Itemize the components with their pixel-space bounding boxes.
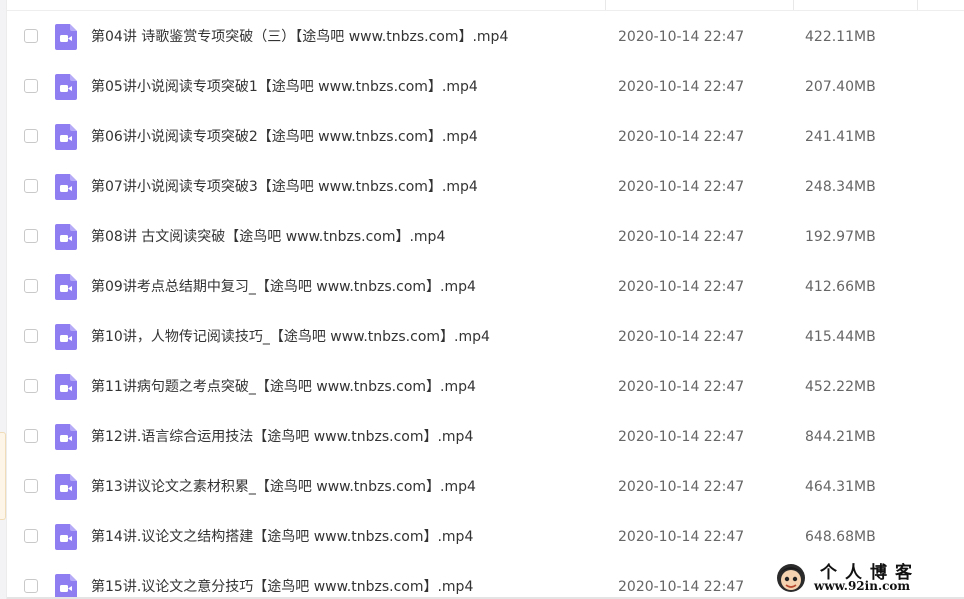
file-row[interactable]: 第07讲小说阅读专项突破3【途鸟吧 www.tnbzs.com】.mp4 2020… xyxy=(7,163,964,213)
file-name[interactable]: 第05讲小说阅读专项突破1【途鸟吧 www.tnbzs.com】.mp4 xyxy=(91,77,478,97)
row-checkbox[interactable] xyxy=(24,579,38,593)
file-date: 2020-10-14 22:47 xyxy=(618,329,745,345)
column-divider[interactable] xyxy=(917,0,918,10)
file-date: 2020-10-14 22:47 xyxy=(618,229,745,245)
file-date: 2020-10-14 22:47 xyxy=(618,279,745,295)
file-size: 241.41MB xyxy=(805,129,876,145)
row-checkbox[interactable] xyxy=(24,229,38,243)
video-file-icon xyxy=(55,224,77,250)
video-file-icon xyxy=(55,374,77,400)
file-row[interactable]: 第05讲小说阅读专项突破1【途鸟吧 www.tnbzs.com】.mp4 2020… xyxy=(7,63,964,113)
file-row[interactable]: 第09讲考点总结期中复习_【途鸟吧 www.tnbzs.com】.mp4 2020… xyxy=(7,263,964,313)
file-date: 2020-10-14 22:47 xyxy=(618,79,745,95)
column-divider[interactable] xyxy=(605,0,606,10)
file-size: 422.11MB xyxy=(805,29,876,45)
file-name[interactable]: 第08讲 古文阅读突破【途鸟吧 www.tnbzs.com】.mp4 xyxy=(91,227,445,247)
file-name[interactable]: 第10讲，人物传记阅读技巧_【途鸟吧 www.tnbzs.com】.mp4 xyxy=(91,327,490,347)
row-checkbox[interactable] xyxy=(24,329,38,343)
file-row[interactable]: 第12讲.语言综合运用技法【途鸟吧 www.tnbzs.com】.mp4 2020… xyxy=(7,413,964,463)
file-date: 2020-10-14 22:47 xyxy=(618,129,745,145)
file-date: 2020-10-14 22:47 xyxy=(618,579,745,595)
file-row[interactable]: 第10讲，人物传记阅读技巧_【途鸟吧 www.tnbzs.com】.mp4 202… xyxy=(7,313,964,363)
file-name[interactable]: 第11讲病句题之考点突破_【途鸟吧 www.tnbzs.com】.mp4 xyxy=(91,377,476,397)
file-browser: 第04讲 诗歌鉴赏专项突破（三）【途鸟吧 www.tnbzs.com】.mp4 2… xyxy=(0,0,964,599)
watermark-url[interactable]: www.92in.com xyxy=(814,579,910,593)
file-date: 2020-10-14 22:47 xyxy=(618,379,745,395)
file-name[interactable]: 第14讲.议论文之结构搭建【途鸟吧 www.tnbzs.com】.mp4 xyxy=(91,527,473,547)
row-checkbox[interactable] xyxy=(24,129,38,143)
row-checkbox[interactable] xyxy=(24,179,38,193)
video-file-icon xyxy=(55,74,77,100)
row-checkbox[interactable] xyxy=(24,279,38,293)
file-row[interactable]: 第11讲病句题之考点突破_【途鸟吧 www.tnbzs.com】.mp4 2020… xyxy=(7,363,964,413)
file-name[interactable]: 第12讲.语言综合运用技法【途鸟吧 www.tnbzs.com】.mp4 xyxy=(91,427,473,447)
file-date: 2020-10-14 22:47 xyxy=(618,179,745,195)
video-file-icon xyxy=(55,324,77,350)
video-file-icon xyxy=(55,174,77,200)
cartoon-avatar-icon xyxy=(777,564,805,592)
row-checkbox[interactable] xyxy=(24,529,38,543)
video-file-icon xyxy=(55,274,77,300)
file-size: 412.66MB xyxy=(805,279,876,295)
video-file-icon xyxy=(55,474,77,500)
row-checkbox[interactable] xyxy=(24,429,38,443)
file-size: 648.68MB xyxy=(805,529,876,545)
file-row[interactable]: 第13讲议论文之素材积累_【途鸟吧 www.tnbzs.com】.mp4 2020… xyxy=(7,463,964,513)
file-size: 464.31MB xyxy=(805,479,876,495)
file-size: 207.40MB xyxy=(805,79,876,95)
video-file-icon xyxy=(55,424,77,450)
video-file-icon xyxy=(55,24,77,50)
file-row[interactable]: 第06讲小说阅读专项突破2【途鸟吧 www.tnbzs.com】.mp4 2020… xyxy=(7,113,964,163)
column-header xyxy=(7,0,964,11)
row-checkbox[interactable] xyxy=(24,479,38,493)
file-date: 2020-10-14 22:47 xyxy=(618,479,745,495)
file-list: 第04讲 诗歌鉴赏专项突破（三）【途鸟吧 www.tnbzs.com】.mp4 2… xyxy=(7,13,964,599)
file-date: 2020-10-14 22:47 xyxy=(618,529,745,545)
file-size: 192.97MB xyxy=(805,229,876,245)
file-name[interactable]: 第07讲小说阅读专项突破3【途鸟吧 www.tnbzs.com】.mp4 xyxy=(91,177,478,197)
video-file-icon xyxy=(55,574,77,599)
file-name[interactable]: 第04讲 诗歌鉴赏专项突破（三）【途鸟吧 www.tnbzs.com】.mp4 xyxy=(91,27,508,47)
file-row[interactable]: 第08讲 古文阅读突破【途鸟吧 www.tnbzs.com】.mp4 2020-1… xyxy=(7,213,964,263)
file-size: 415.44MB xyxy=(805,329,876,345)
file-size: 844.21MB xyxy=(805,429,876,445)
side-tab-handle[interactable] xyxy=(0,432,6,520)
video-file-icon xyxy=(55,524,77,550)
blog-watermark: 个人博客 www.92in.com xyxy=(770,556,964,599)
file-date: 2020-10-14 22:47 xyxy=(618,429,745,445)
column-divider[interactable] xyxy=(793,0,794,10)
file-date: 2020-10-14 22:47 xyxy=(618,29,745,45)
row-checkbox[interactable] xyxy=(24,79,38,93)
file-name[interactable]: 第15讲.议论文之意分技巧【途鸟吧 www.tnbzs.com】.mp4 xyxy=(91,577,473,597)
file-name[interactable]: 第06讲小说阅读专项突破2【途鸟吧 www.tnbzs.com】.mp4 xyxy=(91,127,478,147)
row-checkbox[interactable] xyxy=(24,379,38,393)
file-name[interactable]: 第09讲考点总结期中复习_【途鸟吧 www.tnbzs.com】.mp4 xyxy=(91,277,476,297)
file-row[interactable]: 第04讲 诗歌鉴赏专项突破（三）【途鸟吧 www.tnbzs.com】.mp4 2… xyxy=(7,13,964,63)
file-name[interactable]: 第13讲议论文之素材积累_【途鸟吧 www.tnbzs.com】.mp4 xyxy=(91,477,476,497)
row-checkbox[interactable] xyxy=(24,29,38,43)
file-size: 452.22MB xyxy=(805,379,876,395)
video-file-icon xyxy=(55,124,77,150)
file-size: 248.34MB xyxy=(805,179,876,195)
